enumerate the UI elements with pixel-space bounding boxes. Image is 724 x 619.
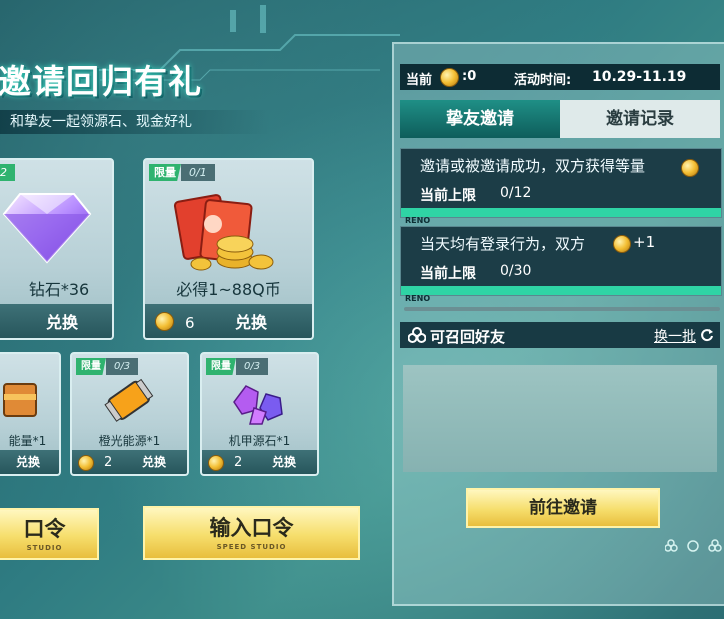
progress-track xyxy=(404,307,720,311)
reward-name: 能量*1 xyxy=(8,434,47,448)
page-subtitle: 和挚友一起领源石、现金好礼 xyxy=(0,110,270,134)
panel-status-bar: 当前 :0 活动时间: 10.29-11.19 xyxy=(400,64,720,90)
left-code-sub: STUDIO xyxy=(26,544,63,552)
event-time-label: 活动时间: xyxy=(514,73,572,88)
limit-count: 0/1 xyxy=(181,164,215,181)
reward-card-mech-stone[interactable]: 限量 0/3 机甲源石*1 2 兑换 xyxy=(200,352,319,476)
coin-icon xyxy=(613,235,631,253)
tab-friend-invite[interactable]: 挚友邀请 xyxy=(400,100,560,138)
limit-badge: 限量 0/3 xyxy=(76,358,139,375)
task-desc: 邀请或被邀请成功，双方获得等量 xyxy=(420,157,646,175)
enter-code-label: 输入口令 xyxy=(209,516,294,540)
reno-logo: RENO xyxy=(405,216,431,225)
exchange-button[interactable]: 兑换 xyxy=(235,309,267,333)
task-card-invite-success: 邀请或被邀请成功，双方获得等量 当前上限 0/12 RENO xyxy=(400,148,722,225)
card-bottom-bar: 2 兑换 xyxy=(202,450,317,474)
event-time-value: 10.29-11.19 xyxy=(592,69,687,85)
reward-card-diamond[interactable]: 2 钻石*36 兑换 xyxy=(0,158,114,340)
red-envelope-coins-icon xyxy=(173,194,274,271)
coin-icon xyxy=(78,455,94,471)
friends-list-area[interactable] xyxy=(403,365,717,472)
friends-icon xyxy=(408,327,426,343)
task-limit-label: 当前上限 xyxy=(420,188,476,204)
task-limit-value: 0/12 xyxy=(500,185,532,201)
enter-code-button[interactable]: 输入口令 SPEED STUDIO xyxy=(143,506,360,560)
page-title: 邀请回归有礼 xyxy=(0,62,202,101)
limit-count: 2 xyxy=(0,164,15,181)
task-limit-value: 0/30 xyxy=(500,263,532,279)
card-bottom-bar: 2 兑换 xyxy=(72,450,187,474)
coin-icon xyxy=(208,455,224,471)
task-logo-strip: RENO xyxy=(401,286,721,303)
tab-invite-record[interactable]: 邀请记录 xyxy=(560,100,720,138)
coin-icon xyxy=(681,159,699,177)
chest-icon xyxy=(3,383,37,417)
left-code-label: 口令 xyxy=(23,517,66,541)
exchange-button[interactable]: 兑换 xyxy=(142,453,166,470)
price: 6 xyxy=(185,314,195,332)
price: 2 xyxy=(234,455,243,470)
reward-name: 必得1~88Q币 xyxy=(176,280,281,299)
friends-title: 可召回好友 xyxy=(430,328,506,346)
exchange-button[interactable]: 兑换 xyxy=(16,453,40,470)
task-card-daily-login: 当天均有登录行为，双方 +1 当前上限 0/30 RENO xyxy=(400,226,722,303)
reno-logo: RENO xyxy=(405,294,431,303)
enter-code-sub: SPEED STUDIO xyxy=(216,543,287,551)
left-code-button[interactable]: 口令 STUDIO xyxy=(0,508,99,560)
current-value: :0 xyxy=(462,69,477,84)
reward-card-qcoin[interactable]: 限量 0/1 必得1~88Q币 6 兑换 xyxy=(143,158,314,340)
coin-icon xyxy=(155,312,174,331)
tab-bar: 挚友邀请 邀请记录 xyxy=(400,100,720,138)
friends-header: 可召回好友 换一批 xyxy=(400,322,720,348)
refresh-icon[interactable] xyxy=(700,328,714,342)
coin-icon xyxy=(440,68,459,87)
goto-invite-label: 前往邀请 xyxy=(529,498,597,518)
diamond-icon xyxy=(2,193,92,264)
limit-badge: 限量 0/3 xyxy=(206,358,269,375)
limit-tag: 限量 xyxy=(206,358,236,375)
task-logo-strip: RENO xyxy=(401,208,721,225)
card-bottom-bar: 6 兑换 xyxy=(145,304,312,338)
card-bottom-bar: 兑换 xyxy=(0,450,59,474)
reward-name: 机甲源石*1 xyxy=(228,434,291,448)
limit-count: 0/3 xyxy=(236,358,269,375)
limit-tag: 限量 xyxy=(76,358,106,375)
exchange-button[interactable]: 兑换 xyxy=(272,453,296,470)
price: 2 xyxy=(104,455,113,470)
limit-count: 0/3 xyxy=(106,358,139,375)
current-label: 当前 xyxy=(406,73,433,88)
limit-badge: 2 xyxy=(0,164,15,181)
refresh-button[interactable]: 换一批 xyxy=(654,326,696,346)
card-bottom-bar: 兑换 xyxy=(0,304,112,338)
reward-name: 橙光能源*1 xyxy=(98,434,161,448)
reward-name: 钻石*36 xyxy=(28,280,90,299)
limit-badge: 限量 0/1 xyxy=(149,164,215,181)
corner-deco-icons xyxy=(665,539,722,552)
goto-invite-button[interactable]: 前往邀请 xyxy=(466,488,660,528)
crystal-stone-icon xyxy=(233,385,283,425)
exchange-button[interactable]: 兑换 xyxy=(46,309,78,333)
task-desc: 当天均有登录行为，双方 xyxy=(420,235,586,253)
reward-card-energy[interactable]: 能量*1 兑换 xyxy=(0,352,61,476)
energy-battery-icon xyxy=(104,378,154,422)
limit-tag: 限量 xyxy=(149,164,181,181)
task-limit-label: 当前上限 xyxy=(420,266,476,282)
task-bonus: +1 xyxy=(633,233,656,251)
reward-card-orange-energy[interactable]: 限量 0/3 橙光能源*1 2 兑换 xyxy=(70,352,189,476)
